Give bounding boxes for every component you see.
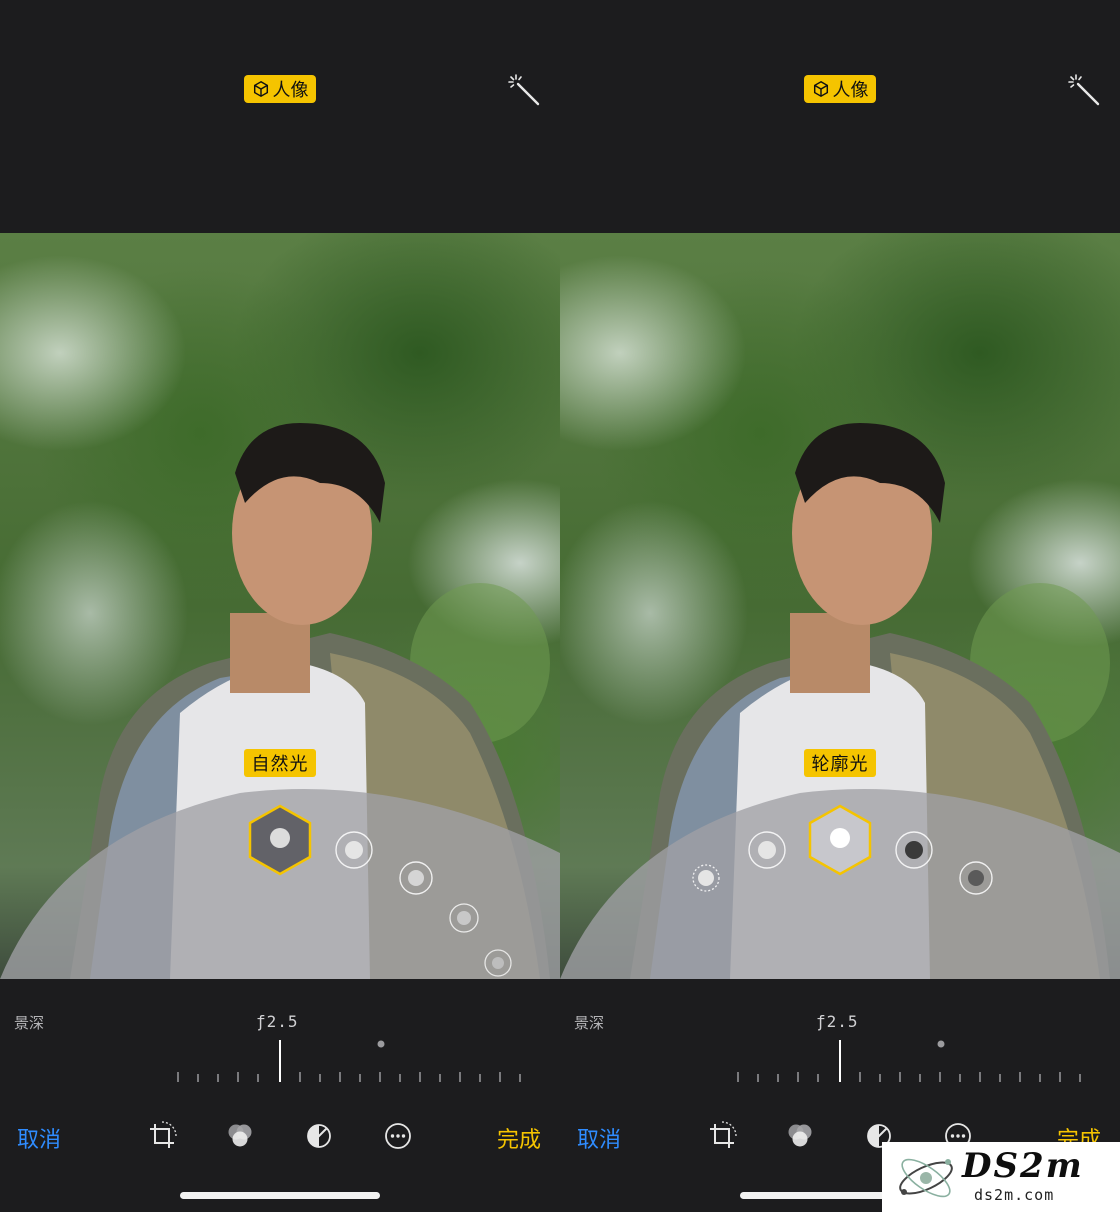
portrait-mode-label: 人像	[272, 80, 309, 101]
atom-logo-icon	[899, 1158, 953, 1198]
magic-wand-icon[interactable]	[1066, 72, 1102, 108]
done-button[interactable]: 完成	[497, 1122, 541, 1154]
cube-icon	[253, 80, 268, 98]
cancel-button[interactable]: 取消	[577, 1122, 621, 1154]
depth-label: 景深	[14, 1014, 45, 1032]
lighting-effect-label: 轮廓光	[804, 749, 876, 777]
filters-icon[interactable]	[224, 1120, 256, 1152]
portrait-mode-label: 人像	[832, 80, 869, 101]
editor-panel-contour-light: 人像 轮廓光 景深 ƒ2.5 取消 完成	[560, 0, 1120, 1212]
cancel-button[interactable]: 取消	[17, 1122, 61, 1154]
adjust-light-icon[interactable]	[303, 1120, 335, 1152]
home-indicator[interactable]	[180, 1192, 380, 1199]
editor-panel-natural-light: 人像 自然光 景深 ƒ2.5 取消 完成	[0, 0, 560, 1212]
portrait-photo	[560, 233, 1120, 979]
portrait-photo	[0, 233, 560, 979]
watermark-title: DS2m	[962, 1146, 1084, 1186]
depth-label: 景深	[574, 1014, 605, 1032]
lighting-effect-label: 自然光	[244, 749, 316, 777]
depth-slider[interactable]	[0, 1036, 560, 1086]
depth-slider[interactable]	[560, 1036, 1120, 1086]
filters-icon[interactable]	[784, 1120, 816, 1152]
portrait-mode-badge[interactable]: 人像	[244, 75, 316, 103]
crop-rotate-icon[interactable]	[146, 1120, 178, 1152]
watermark-url: ds2m.com	[974, 1186, 1055, 1204]
portrait-mode-badge[interactable]: 人像	[804, 75, 876, 103]
lighting-dial[interactable]	[560, 233, 1120, 979]
magic-wand-icon[interactable]	[506, 72, 542, 108]
lighting-dial[interactable]	[0, 233, 560, 979]
watermark: DS2m ds2m.com	[882, 1142, 1120, 1212]
aperture-value: ƒ2.5	[816, 1012, 859, 1031]
crop-rotate-icon[interactable]	[706, 1120, 738, 1152]
aperture-value: ƒ2.5	[256, 1012, 299, 1031]
cube-icon	[813, 80, 828, 98]
more-icon[interactable]	[382, 1120, 414, 1152]
